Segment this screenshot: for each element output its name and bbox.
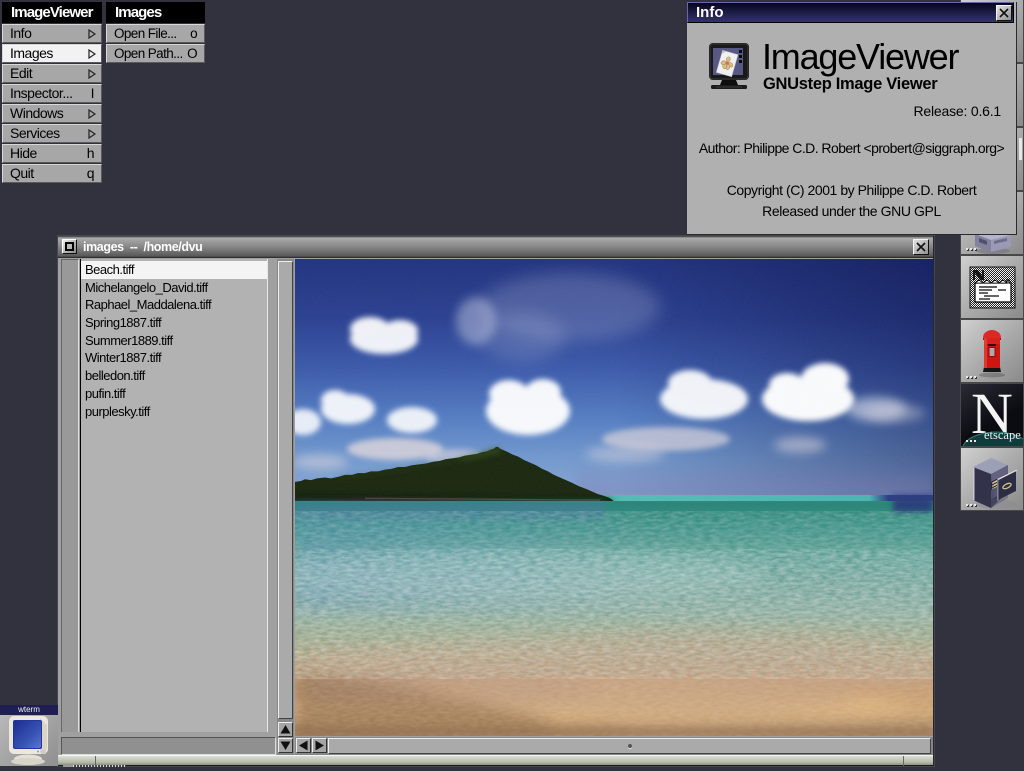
svg-text:etscape: etscape	[984, 428, 1021, 442]
